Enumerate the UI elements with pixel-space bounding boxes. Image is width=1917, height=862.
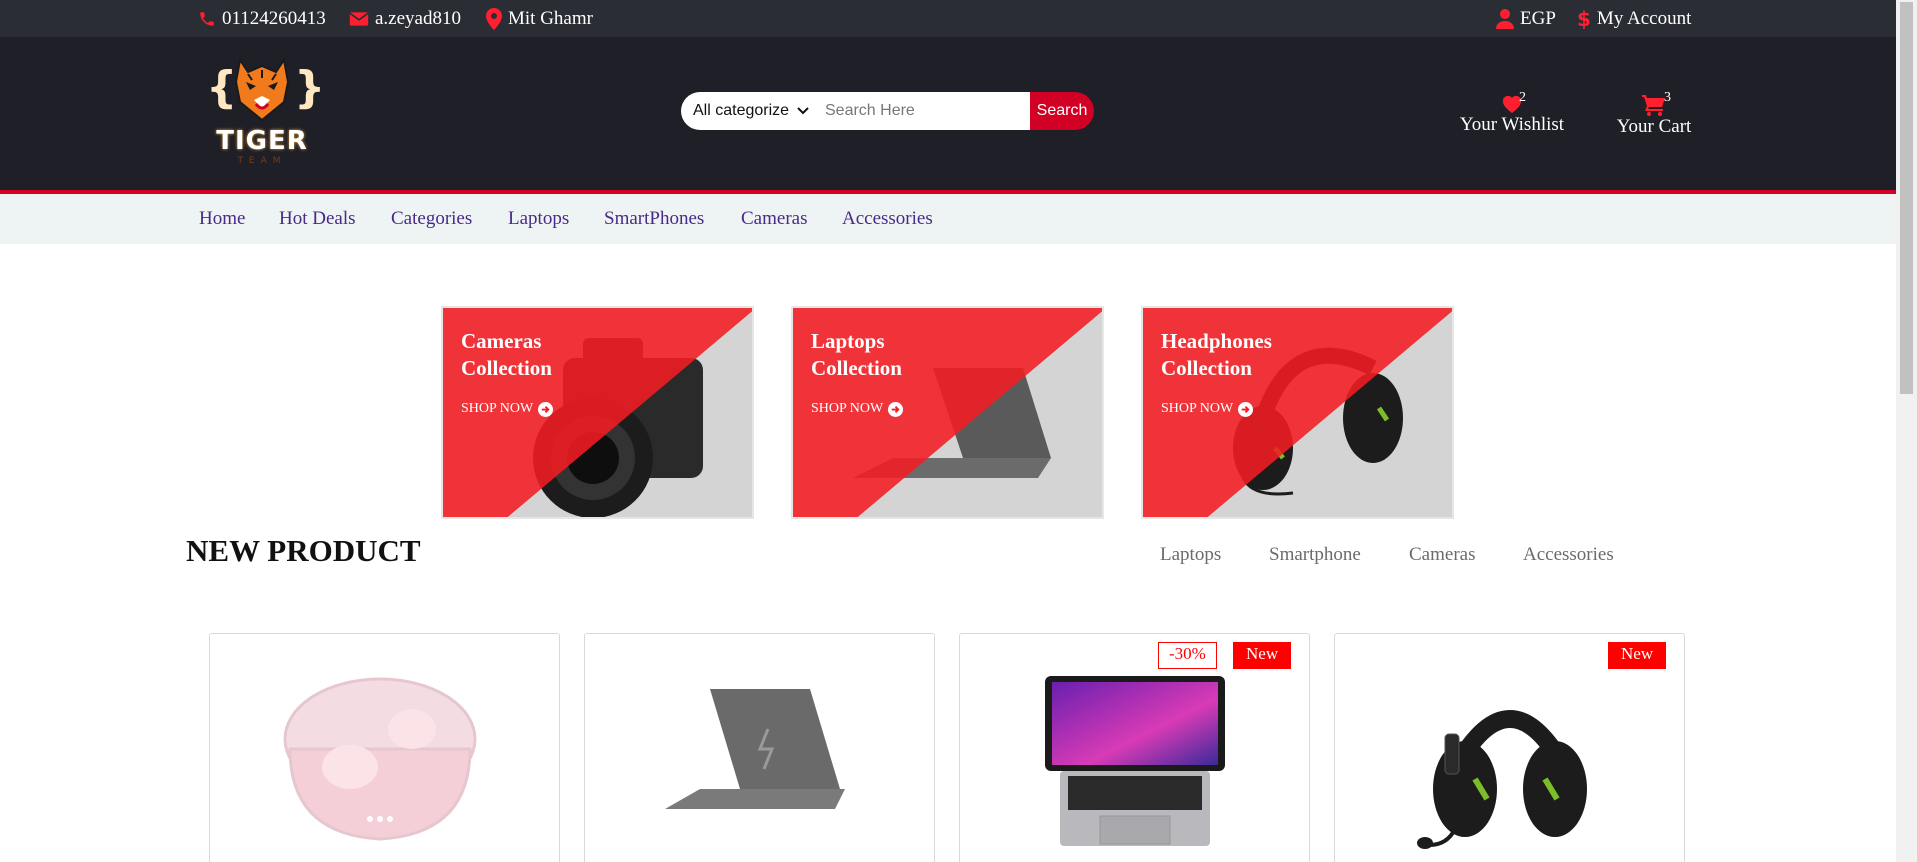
search-button[interactable]: Search [1030,92,1094,130]
banner-cameras[interactable]: Cameras Collection SHOP NOW [441,306,754,519]
product-image-laptop [665,689,845,809]
category-select[interactable]: All categorize [681,92,817,130]
svg-text:{: { [206,62,237,113]
shop-now-link[interactable]: SHOP NOW [1161,401,1254,417]
tab-laptops[interactable]: Laptops [1160,544,1221,566]
search-input[interactable] [817,92,1030,130]
banner-headphones[interactable]: Headphones Collection SHOP NOW [1141,306,1454,519]
my-account-text: My Account [1596,7,1692,29]
shop-now-link[interactable]: SHOP NOW [461,401,554,417]
scrollbar-thumb[interactable] [1900,2,1913,394]
main-nav: Home Hot Deals Categories Laptops SmartP… [0,194,1896,244]
new-badge: New [1233,642,1292,669]
wishlist-button[interactable]: 2 Your Wishlist [1455,90,1569,136]
dollar-icon: $ [1577,6,1591,31]
nav-item-home[interactable]: Home [199,208,245,230]
product-card[interactable] [584,633,935,862]
wishlist-count: 2 [1519,90,1526,105]
phone-icon [200,11,214,26]
page-scrollbar[interactable] [1896,0,1917,862]
nav-item-accessories[interactable]: Accessories [842,208,933,230]
product-card[interactable] [209,633,560,862]
banner-laptops[interactable]: Laptops Collection SHOP NOW [791,306,1104,519]
envelope-icon [349,11,369,26]
logo-name: TIGER [216,126,308,156]
email-text: a.zeyad810 [375,7,461,29]
search-form: All categorize Search [681,92,1098,130]
banner-title: Headphones Collection [1161,329,1272,380]
shop-now-link[interactable]: SHOP NOW [811,401,904,417]
shopping-cart-icon [1642,95,1665,116]
arrow-circle-right-icon [538,401,554,417]
arrow-circle-right-icon [1238,401,1254,417]
nav-item-hot-deals[interactable]: Hot Deals [279,208,356,230]
discount-badge: -30% [1158,642,1217,669]
cart-count: 3 [1664,90,1671,105]
nav-item-cameras[interactable]: Cameras [741,208,807,230]
section-title: NEW PRODUCT [186,533,421,568]
new-badge: New [1608,642,1667,669]
svg-text:}: } [294,62,324,113]
tiger-logo[interactable]: { } TIGER TEAM [200,52,325,172]
category-select-value: All categorize [693,102,790,119]
phone-link[interactable]: 01124260413 [198,0,326,37]
product-image-earbuds [283,677,477,841]
currency-text: EGP [1520,7,1556,29]
tab-accessories[interactable]: Accessories [1523,544,1614,566]
cart-label: Your Cart [1616,116,1692,137]
chevron-down-icon [797,107,809,115]
location-link[interactable]: Mit Ghamr [486,0,593,37]
nav-item-smartphones[interactable]: SmartPhones [604,208,704,230]
product-card[interactable]: New [1334,633,1685,862]
logo-subtitle: TEAM [237,156,287,166]
phone-number: 01124260413 [222,7,326,29]
user-icon [1496,8,1514,29]
nav-item-laptops[interactable]: Laptops [508,208,569,230]
banner-title: Laptops Collection [811,329,902,380]
map-marker-icon [486,7,502,30]
cart-button[interactable]: 3 Your Cart [1614,90,1694,138]
product-image-headset [1417,710,1587,849]
tab-smartphone[interactable]: Smartphone [1269,544,1361,566]
email-link[interactable]: a.zeyad810 [349,0,461,37]
nav-item-categories[interactable]: Categories [391,208,472,230]
location-text: Mit Ghamr [508,7,593,29]
currency-link[interactable]: EGP [1496,0,1556,37]
product-image-macbook [1045,676,1225,846]
wishlist-label: Your Wishlist [1459,114,1565,135]
arrow-circle-right-icon [888,401,904,417]
tiger-head-icon: { } [206,57,325,122]
top-bar: 01124260413 a.zeyad810 Mit Ghamr EGP $ M… [0,0,1896,37]
tab-cameras[interactable]: Cameras [1409,544,1475,566]
banner-title: Cameras Collection [461,329,552,380]
my-account-link[interactable]: $ My Account [1577,0,1691,37]
product-card[interactable]: -30% New [959,633,1310,862]
